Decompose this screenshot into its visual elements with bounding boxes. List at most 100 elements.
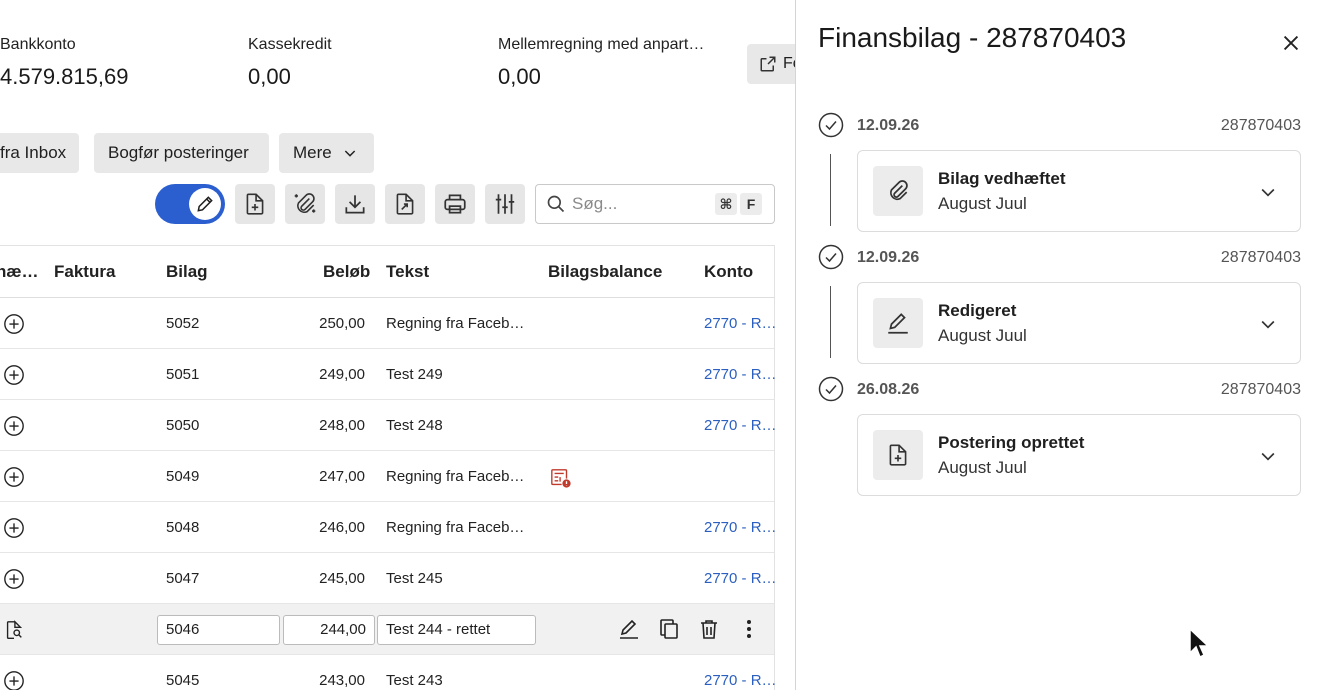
column-header-amount[interactable]: Beløb [323, 262, 370, 282]
journal-main: Bankkonto 4.579.815,69 Kassekredit 0,00 … [0, 0, 795, 690]
table-row[interactable]: 5047 245,00 Test 245 2770 - R… [0, 553, 777, 604]
magic-paperclip-icon [294, 193, 316, 213]
add-circle-icon[interactable] [3, 517, 25, 539]
add-circle-icon[interactable] [3, 568, 25, 590]
post-entries-button[interactable]: Bogfør posteringer [94, 133, 269, 173]
column-header-invoice[interactable]: Faktura [54, 262, 115, 282]
add-circle-icon[interactable] [3, 415, 25, 437]
cell-voucher: 5045 [166, 672, 200, 689]
file-export-icon [396, 193, 414, 215]
summary-value: 4.579.815,69 [0, 64, 129, 89]
from-inbox-label: fra Inbox [0, 143, 67, 162]
cell-amount: 248,00 [319, 417, 365, 434]
column-header-account[interactable]: Konto [704, 262, 753, 282]
pencil-icon[interactable] [617, 617, 641, 641]
amount-edit-input[interactable]: 244,00 [283, 615, 375, 645]
chevron-down-icon[interactable] [1258, 446, 1278, 466]
sliders-icon [495, 194, 515, 214]
search-box[interactable]: ⌘ F [535, 184, 775, 224]
cell-text: Test 243 [386, 672, 443, 689]
add-circle-icon[interactable] [3, 313, 25, 335]
check-circle-icon [818, 112, 844, 138]
print-button[interactable] [435, 184, 475, 224]
chevron-down-icon [344, 150, 355, 157]
printer-icon [444, 194, 466, 214]
summary-value: 0,00 [498, 64, 541, 89]
column-settings-button[interactable] [485, 184, 525, 224]
table-row[interactable]: 5052 250,00 Regning fra Faceb… 2770 - R… [0, 298, 777, 349]
cell-text: Regning fra Faceb… [386, 315, 525, 332]
voucher-edit-input[interactable]: 5046 [157, 615, 280, 645]
card-user: August Juul [938, 458, 1027, 477]
auto-attach-button[interactable] [285, 184, 325, 224]
cell-account-link[interactable]: 2770 - R… [704, 417, 777, 434]
card-user: August Juul [938, 194, 1027, 213]
cell-account-link[interactable]: 2770 - R… [704, 366, 777, 383]
balance-warning-icon[interactable] [550, 467, 572, 489]
download-icon [345, 195, 365, 214]
table-row[interactable]: 5050 248,00 Test 248 2770 - R… [0, 400, 777, 451]
text-edit-input[interactable]: Test 244 - rettet [377, 615, 536, 645]
edit-mode-toggle[interactable] [155, 184, 225, 224]
file-plus-icon [889, 444, 907, 466]
cell-text: Test 249 [386, 366, 443, 383]
cell-text: Test 248 [386, 417, 443, 434]
cell-account-link[interactable]: 2770 - R… [704, 570, 777, 587]
from-inbox-button[interactable]: fra Inbox [0, 133, 79, 173]
card-title: Postering oprettet [938, 433, 1085, 452]
column-header-balance[interactable]: Bilagsbalance [548, 262, 662, 282]
trash-icon[interactable] [697, 617, 721, 641]
history-card[interactable]: Redigeret August Juul [857, 282, 1301, 364]
table-row[interactable]: 5051 249,00 Test 249 2770 - R… [0, 349, 777, 400]
table-row[interactable]: 5045 243,00 Test 243 2770 - R… [0, 655, 777, 690]
new-entry-button[interactable] [235, 184, 275, 224]
external-link-icon [760, 56, 776, 72]
summary-label: Kassekredit [248, 36, 332, 53]
event-id: 287870403 [1220, 249, 1301, 266]
cell-voucher: 5051 [166, 366, 200, 383]
column-header-text[interactable]: Tekst [386, 262, 429, 282]
close-icon[interactable] [1280, 32, 1302, 54]
timeline-line [830, 154, 831, 226]
chevron-down-icon[interactable] [1258, 182, 1278, 202]
add-circle-icon[interactable] [3, 670, 25, 690]
external-link-button[interactable]: Fo [747, 44, 795, 84]
column-header-first[interactable]: næ… [0, 262, 39, 282]
card-icon-box [873, 430, 923, 480]
cell-voucher: 5048 [166, 519, 200, 536]
add-circle-icon[interactable] [3, 466, 25, 488]
cell-amount: 243,00 [319, 672, 365, 689]
summary-mellemregning: Mellemregning med anpart… 0,00 [498, 36, 726, 90]
toggle-knob [189, 188, 221, 220]
more-button[interactable]: Mere [279, 133, 374, 173]
check-circle-icon [818, 244, 844, 270]
file-plus-icon [246, 193, 264, 215]
cell-voucher: 5047 [166, 570, 200, 587]
cell-text: Regning fra Faceb… [386, 519, 525, 536]
pencil-icon [888, 313, 908, 334]
history-event-header: 26.08.26 287870403 [818, 376, 1301, 404]
history-card[interactable]: Postering oprettet August Juul [857, 414, 1301, 496]
more-vertical-icon[interactable] [737, 617, 761, 641]
chevron-down-icon[interactable] [1258, 314, 1278, 334]
column-header-voucher[interactable]: Bilag [166, 262, 208, 282]
card-title: Bilag vedhæftet [938, 169, 1066, 188]
card-icon-box [873, 166, 923, 216]
summary-label: Bankkonto [0, 36, 76, 53]
cell-account-link[interactable]: 2770 - R… [704, 519, 777, 536]
add-circle-icon[interactable] [3, 364, 25, 386]
entries-table: næ… Faktura Bilag Beløb Tekst Bilagsbala… [0, 245, 777, 690]
table-row-editing[interactable]: 5046 244,00 Test 244 - rettet [0, 604, 774, 655]
pencil-icon [197, 196, 213, 212]
table-row[interactable]: 5048 246,00 Regning fra Faceb… 2770 - R… [0, 502, 777, 553]
history-card[interactable]: Bilag vedhæftet August Juul [857, 150, 1301, 232]
copy-icon[interactable] [657, 617, 681, 641]
download-button[interactable] [335, 184, 375, 224]
history-event-header: 12.09.26 287870403 [818, 244, 1301, 272]
file-search-icon[interactable] [3, 619, 25, 641]
cell-account-link[interactable]: 2770 - R… [704, 672, 777, 689]
search-input[interactable] [572, 194, 712, 214]
cell-account-link[interactable]: 2770 - R… [704, 315, 777, 332]
export-button[interactable] [385, 184, 425, 224]
table-row[interactable]: 5049 247,00 Regning fra Faceb… [0, 451, 774, 502]
